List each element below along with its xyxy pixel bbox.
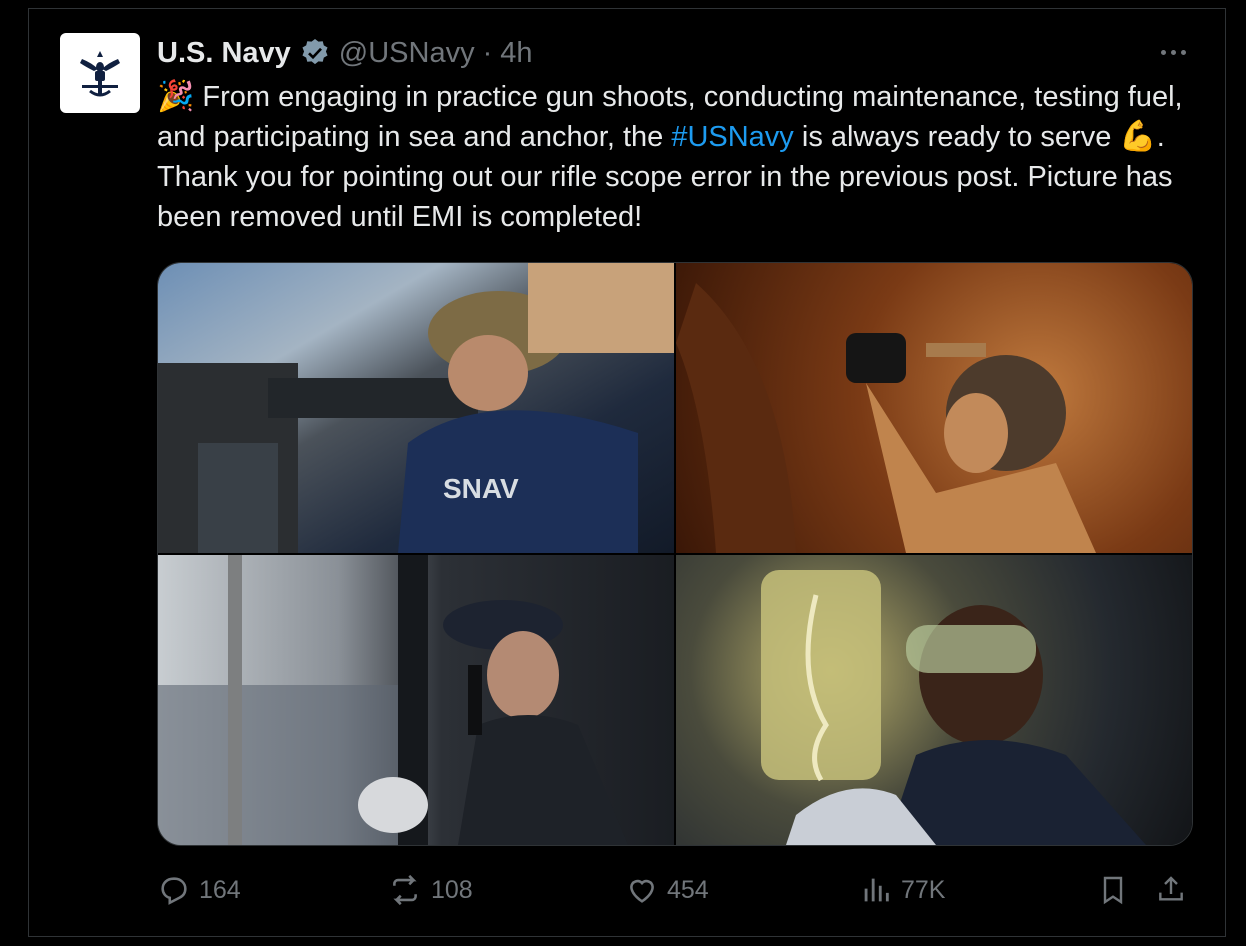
tweet-text: 🎉 From engaging in practice gun shoots, … [157, 77, 1202, 237]
views-icon [864, 878, 889, 902]
reply-button[interactable]: 164 [157, 866, 241, 914]
views-count: 77K [901, 875, 946, 904]
timestamp[interactable]: 4h [500, 37, 532, 70]
like-button[interactable]: 454 [625, 866, 709, 914]
navy-emblem-icon [80, 51, 120, 97]
reply-count: 164 [199, 875, 241, 904]
repost-count: 108 [431, 875, 473, 904]
party-emoji: 🎉 [157, 80, 195, 113]
views-button[interactable]: 77K [859, 866, 945, 914]
author-handle[interactable]: @USNavy [339, 37, 475, 70]
photo-gunner[interactable]: SNAV [158, 263, 674, 553]
flexed-biceps-emoji: 💪 [1119, 120, 1157, 153]
svg-text:SNAV: SNAV [443, 473, 519, 504]
bookmark-icon [1103, 876, 1123, 905]
share-button[interactable] [1155, 866, 1187, 914]
photo-bridge-watch[interactable] [158, 555, 674, 845]
tweet-header: U.S. Navy @USNavy · 4h [157, 34, 533, 72]
like-count: 454 [667, 875, 709, 904]
separator: · [482, 36, 493, 69]
repost-icon [393, 874, 417, 906]
action-bar: 164 108 454 77K [157, 866, 1191, 914]
more-icon[interactable] [1155, 40, 1191, 64]
bookmark-button[interactable] [1097, 866, 1129, 914]
heart-icon [630, 879, 654, 903]
share-icon [1159, 876, 1183, 901]
reply-icon [161, 877, 187, 905]
verified-badge-icon[interactable] [299, 37, 331, 69]
repost-button[interactable]: 108 [387, 866, 473, 914]
author-name[interactable]: U.S. Navy [157, 37, 291, 70]
tweet-text-part2: is always ready to serve [793, 121, 1120, 153]
avatar[interactable] [60, 33, 140, 113]
photo-fuel-sample[interactable] [676, 555, 1192, 845]
hashtag-link[interactable]: #USNavy [671, 121, 794, 153]
photo-maintenance[interactable] [676, 263, 1192, 553]
media-grid: SNAV [157, 262, 1193, 846]
